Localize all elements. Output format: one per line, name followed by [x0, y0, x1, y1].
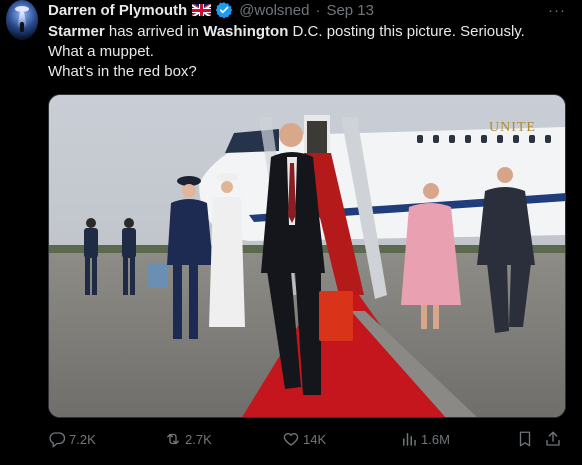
views-icon [403, 433, 416, 446]
bookmark-action[interactable] [516, 430, 537, 448]
views-action[interactable]: 1.6M [400, 430, 450, 448]
author-handle[interactable]: @wolsned [239, 2, 309, 19]
ufo-icon [15, 6, 29, 12]
red-box [319, 291, 353, 341]
tweet-line-1: Starmer has arrived in Washington D.C. p… [48, 23, 525, 40]
views-count: 1.6M [421, 431, 450, 447]
tweet-text: Starmer has arrived in Washington D.C. p… [48, 22, 568, 82]
tweet-actions: 7.2K 2.7K 14K 1.6M [48, 430, 566, 450]
photo-scene: UNITE [49, 95, 565, 417]
verified-badge-icon[interactable] [215, 1, 233, 19]
reply-action[interactable]: 7.2K [48, 430, 96, 448]
tweet-line-3: What's in the red box? [48, 63, 197, 80]
like-count: 14K [303, 431, 327, 447]
reply-icon [49, 432, 66, 448]
tweet-header: Darren of Plymouth @wolsned · Sep 13 [48, 1, 374, 19]
repost-count: 2.7K [185, 431, 212, 447]
repost-icon [167, 433, 179, 445]
separator-dot: · [315, 1, 321, 19]
tweet-photo[interactable]: UNITE [48, 94, 566, 418]
heart-icon [283, 433, 299, 446]
avatar[interactable] [6, 0, 38, 40]
share-icon [546, 431, 560, 446]
figure-shape [20, 22, 24, 32]
more-icon[interactable]: ··· [548, 2, 566, 19]
like-action[interactable]: 14K [282, 430, 326, 448]
uk-flag-icon [192, 4, 212, 16]
reply-count: 7.2K [69, 431, 96, 447]
share-action[interactable] [544, 430, 565, 448]
tweet-date[interactable]: Sep 13 [326, 2, 374, 19]
repost-action[interactable]: 2.7K [164, 430, 212, 448]
author-name[interactable]: Darren of Plymouth [48, 2, 187, 19]
aircraft-lettering: UNITE [489, 120, 536, 135]
tweet-line-2: What a muppet. [48, 43, 154, 60]
bookmark-icon [519, 431, 531, 447]
